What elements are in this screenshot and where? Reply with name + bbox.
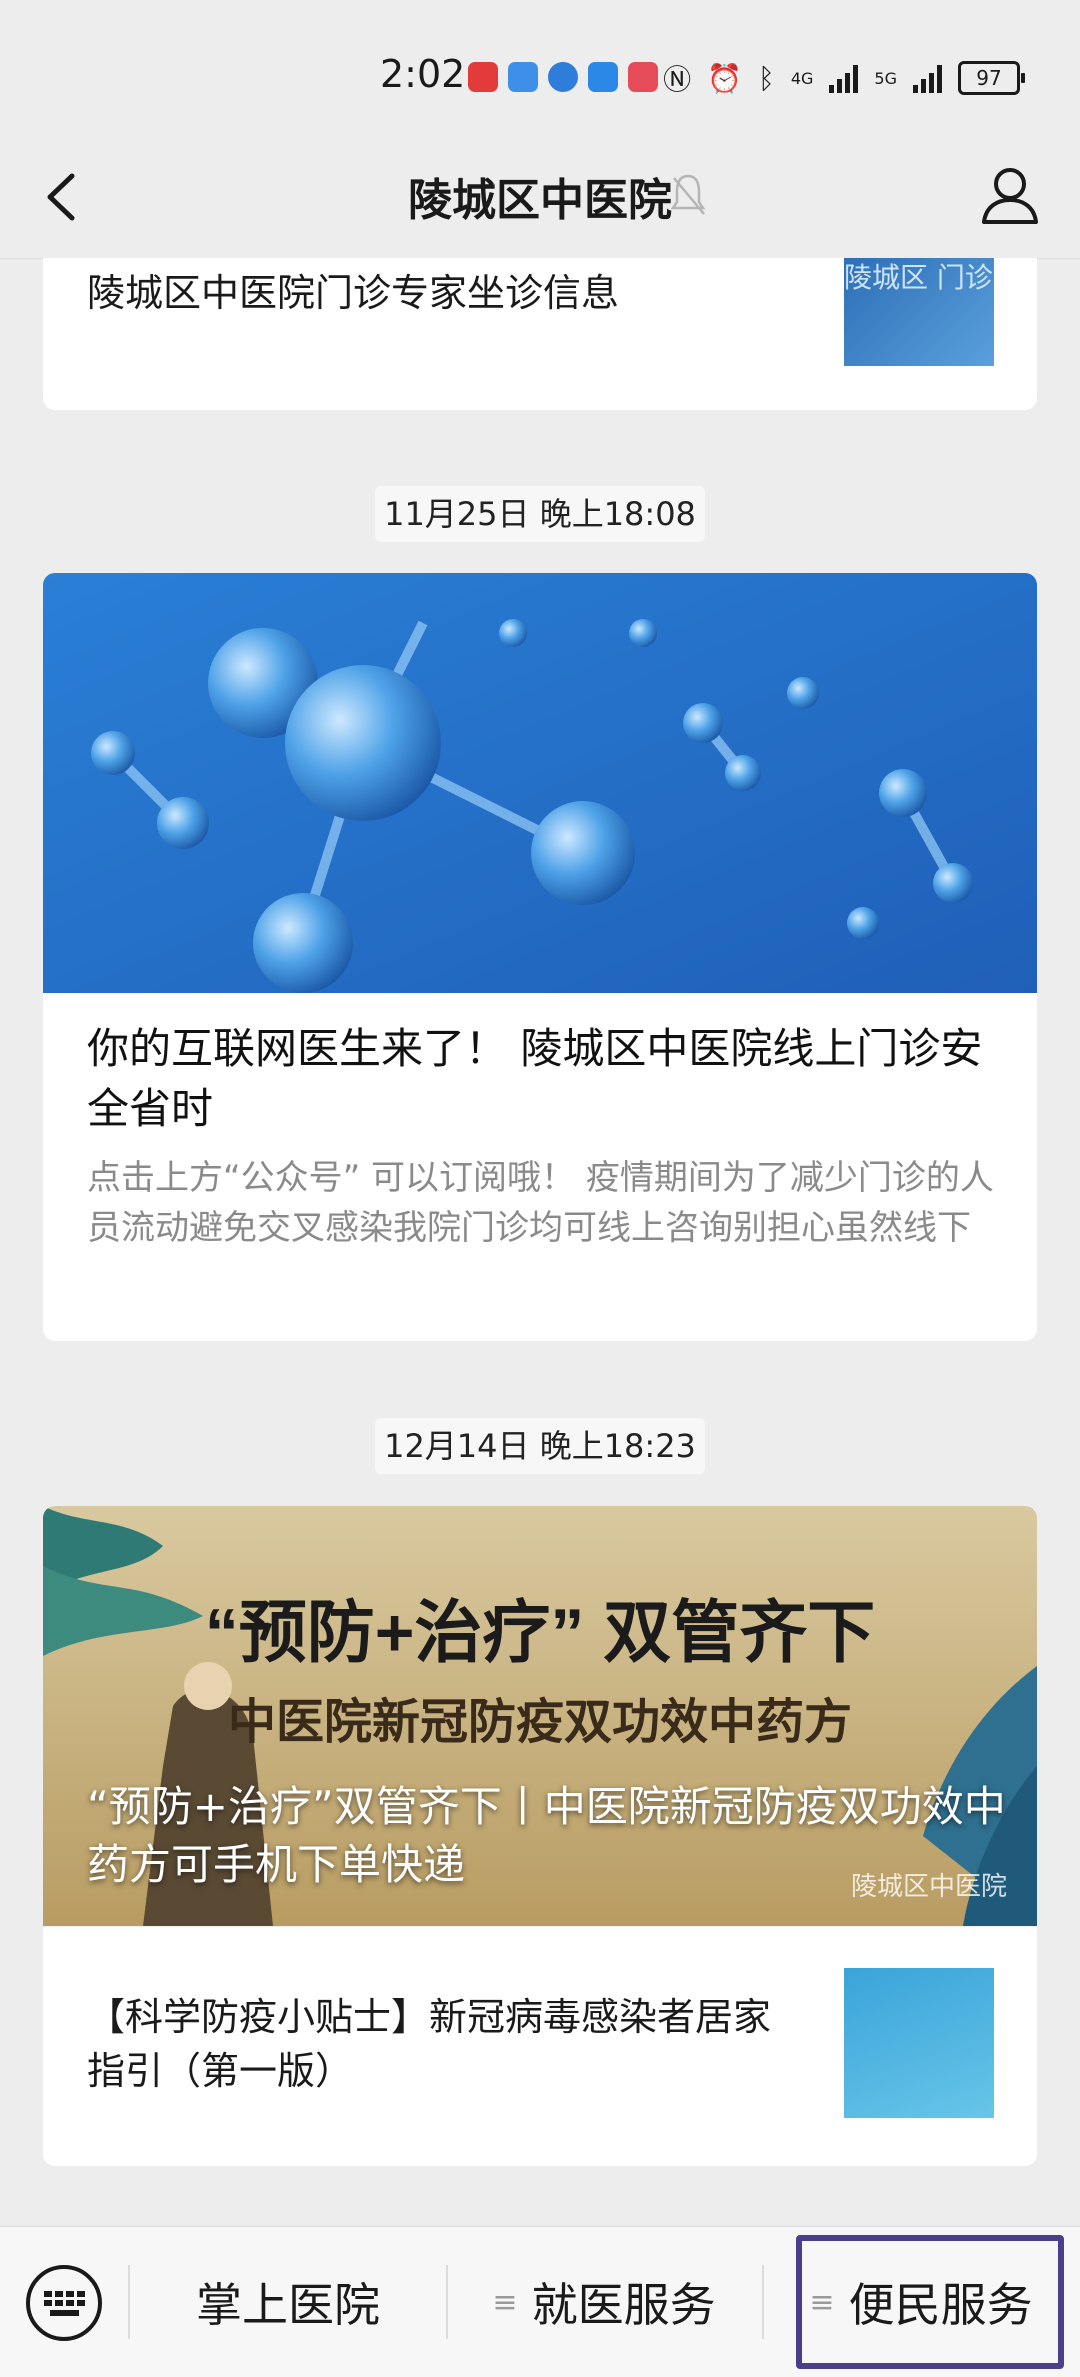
article-card[interactable]: 陵城区中医院门诊专家坐诊信息 陵城区 门诊信 [43,258,1037,410]
notification-icons [468,62,658,92]
timestamp-chip: 11月25日 晚上18:08 [375,486,705,542]
system-status: Ⓝ ⏰ ᛒ 4G 5G 97 [663,58,1025,98]
article-summary: 点击上方“公众号” 可以订阅哦！ 疫情期间为了减少门诊的人员流动避免交叉感染我院… [87,1158,994,1248]
molecule-cover-image [43,573,1037,993]
browser-app-icon [548,62,578,92]
menu-item-label: 便民服务 [848,2278,1033,2332]
alarm-icon: ⏰ [707,61,743,95]
signal-icon [829,63,859,93]
bottom-menu: 掌上医院 ≡ 就医服务 ≡ 便民服务 [0,2226,1080,2377]
profile-icon[interactable] [974,160,1046,232]
submenu-icon: ≡ [492,2284,518,2320]
menu-item-convenience-services[interactable]: ≡ 便民服务 [762,2227,1080,2377]
nfc-icon: Ⓝ [663,63,692,96]
bluetooth-icon: ᛒ [758,61,775,95]
article-card[interactable]: “预防+治疗” 双管齐下 中医院新冠防疫双功效中药方 “预防+治疗”双管齐下丨中… [43,1506,1037,2166]
article-title: 陵城区中医院门诊专家坐诊信息 [87,271,620,315]
network-5g-label: 5G [874,68,897,88]
battery-icon: 97 [958,61,1025,95]
mute-bell-icon [670,174,706,215]
status-time: 2:02 [380,52,466,96]
submenu-icon: ≡ [809,2284,835,2320]
page-title: 陵城区中医院 [408,175,672,226]
watermark-label: 陵城区中医院 [850,1872,1007,1902]
app-notification-icon [468,62,498,92]
nav-bar: 陵城区中医院 [0,140,1080,259]
signal-icon-2 [913,63,942,93]
network-4g-label: 4G [790,68,814,88]
sub-article-title[interactable]: 【科学防疫小贴士】新冠病毒感染者居家指引（第一版） [87,1990,807,2098]
article-thumbnail: 陵城区 门诊信 [844,258,994,366]
status-bar: 2:02 Ⓝ ⏰ ᛒ 4G 5G 97 [0,0,1080,150]
banner-line-1: “预防+治疗” 双管齐下 [205,1595,876,1671]
red-app-icon [628,62,658,92]
article-headline: 你的互联网医生来了！ 陵城区中医院线上门诊安全省时 [87,1024,983,1133]
menu-item-label: 掌上医院 [196,2278,380,2332]
menu-item-medical-services[interactable]: ≡ 就医服务 [446,2227,762,2377]
menu-item-label: 就医服务 [531,2278,716,2332]
weather-app-icon [588,62,618,92]
banner-line-2: 中医院新冠防疫双功效中药方 [228,1696,852,1749]
sub-article-thumbnail [844,1968,994,2118]
menu-item-mobile-hospital[interactable]: 掌上医院 [130,2227,446,2377]
timestamp-chip: 12月14日 晚上18:23 [375,1418,705,1474]
keyboard-icon[interactable] [24,2263,104,2343]
divider [43,1926,1037,1927]
article-card[interactable]: 你的互联网医生来了！ 陵城区中医院线上门诊安全省时 点击上方“公众号” 可以订阅… [43,573,1037,1341]
cloud-app-icon [508,62,538,92]
